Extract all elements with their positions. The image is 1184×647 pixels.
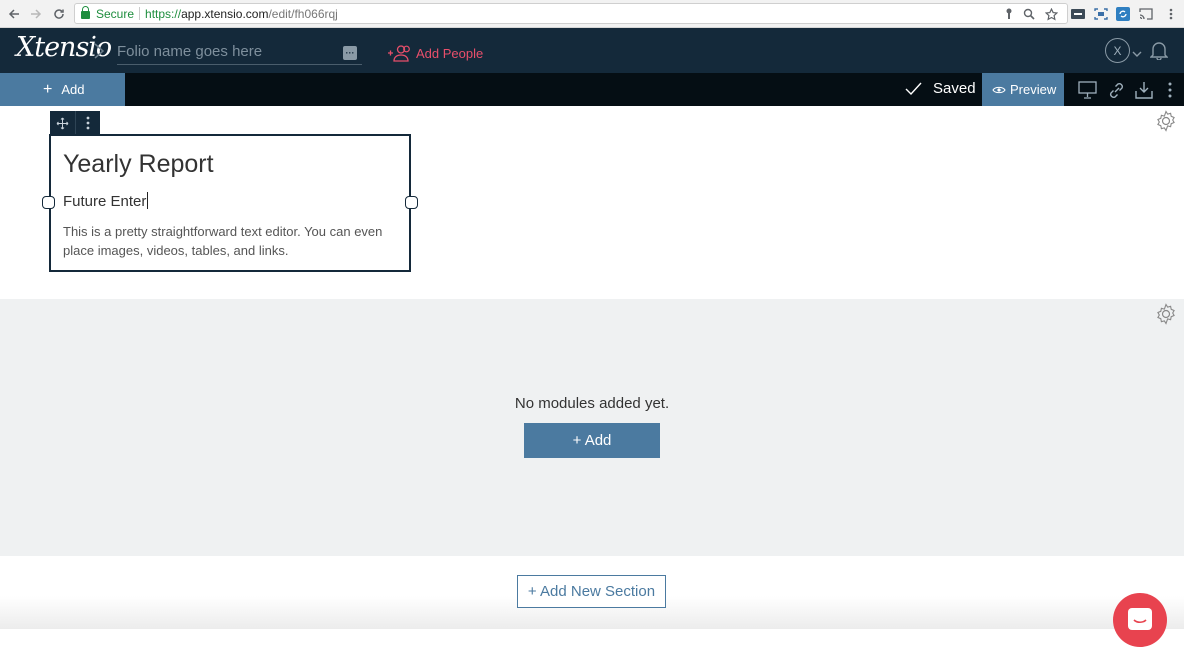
present-icon[interactable] — [1077, 80, 1097, 100]
module-subtitle[interactable]: Future Enter — [63, 192, 149, 210]
secure-label: Secure — [96, 6, 135, 21]
module-body[interactable]: This is a pretty straightforward text ed… — [63, 222, 393, 260]
extension-menu-icon[interactable] — [1070, 6, 1086, 22]
chat-launcher[interactable] — [1113, 593, 1167, 647]
resize-handle-left[interactable] — [42, 196, 55, 209]
section-settings-gear-icon[interactable] — [1155, 303, 1177, 325]
text-cursor — [147, 192, 149, 209]
resize-handle-right[interactable] — [405, 196, 418, 209]
download-icon[interactable] — [1134, 80, 1154, 100]
saved-label: Saved — [933, 80, 976, 97]
star-icon[interactable] — [1043, 6, 1059, 22]
app-header: Xtensio ··· Add People X — [0, 28, 1184, 73]
checkmark-icon — [905, 82, 922, 95]
module-options-icon[interactable] — [75, 111, 100, 135]
more-options-icon[interactable]: ··· — [343, 46, 357, 60]
saved-status: Saved — [905, 80, 976, 97]
add-people-icon — [388, 45, 410, 62]
url-scheme: https:// — [145, 6, 182, 21]
zoom-icon[interactable] — [1021, 6, 1037, 22]
lock-icon — [81, 6, 90, 19]
add-people-label: Add People — [416, 45, 484, 61]
preview-label: Preview — [1010, 82, 1057, 97]
folio-name-input[interactable] — [117, 39, 362, 65]
url-path: /edit/fh066rqj — [268, 6, 338, 21]
screenshot-extension-icon[interactable] — [1093, 6, 1109, 22]
module-handle[interactable] — [50, 111, 100, 135]
back-icon[interactable] — [4, 4, 24, 24]
module-subtitle-text: Future Enter — [63, 193, 147, 210]
empty-section-message: No modules added yet. — [514, 395, 670, 412]
browser-toolbar: Secure https://app.xtensio.com/edit/fh06… — [0, 0, 1184, 28]
text-module[interactable]: Yearly Report Future Enter This is a pre… — [42, 134, 418, 272]
eye-icon — [992, 86, 1006, 93]
editor-toolbar: + Add Saved Preview — [0, 73, 1184, 106]
sync-extension-icon[interactable] — [1115, 6, 1131, 22]
cast-icon[interactable] — [1138, 6, 1154, 22]
url-host: app.xtensio.com — [181, 6, 269, 21]
user-avatar[interactable]: X — [1105, 38, 1130, 63]
add-module-button[interactable]: + Add — [524, 423, 660, 458]
reload-icon[interactable] — [49, 4, 69, 24]
preview-button[interactable]: Preview — [982, 73, 1064, 106]
key-icon[interactable] — [1001, 6, 1017, 22]
link-icon[interactable] — [1106, 80, 1126, 100]
toolbar-add-button[interactable]: + Add — [0, 73, 125, 106]
address-bar[interactable]: Secure https://app.xtensio.com/edit/fh06… — [74, 3, 1068, 24]
move-icon[interactable] — [50, 111, 75, 135]
chevron-down-icon[interactable] — [1132, 45, 1142, 63]
browser-menu-icon[interactable] — [1163, 6, 1179, 22]
more-vertical-icon[interactable] — [1160, 80, 1180, 100]
add-new-section-button[interactable]: + Add New Section — [517, 575, 666, 608]
chevron-right-icon — [93, 42, 105, 65]
plus-icon: + — [43, 80, 53, 98]
toolbar-add-label: Add — [61, 82, 85, 97]
section-settings-gear-icon[interactable] — [1155, 110, 1177, 132]
notification-bell-icon[interactable] — [1149, 40, 1169, 65]
url-separator — [139, 7, 141, 20]
add-people-button[interactable]: Add People — [388, 44, 483, 62]
chat-icon — [1128, 608, 1152, 630]
forward-icon[interactable] — [26, 4, 46, 24]
module-title[interactable]: Yearly Report — [63, 150, 214, 179]
